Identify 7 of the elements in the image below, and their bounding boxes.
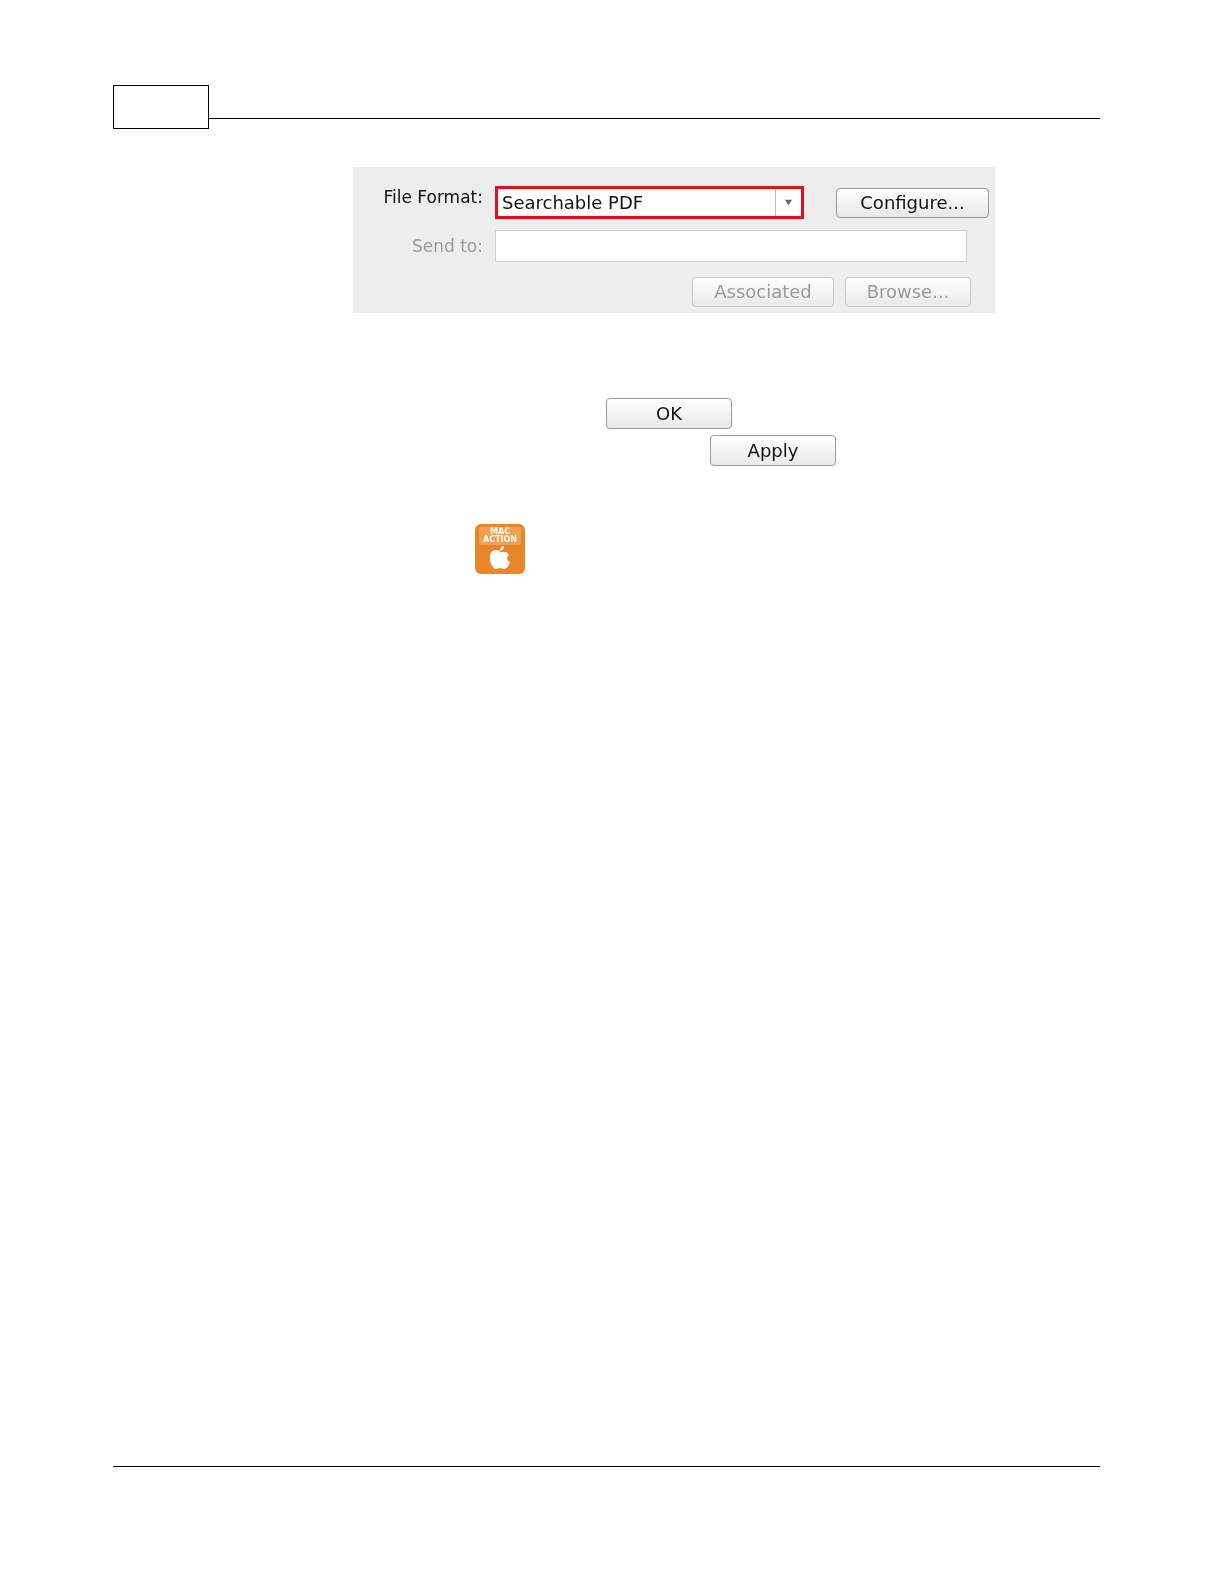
format-dropdown[interactable]: Searchable PDF [495, 186, 804, 220]
field-label: File Format: [383, 186, 483, 209]
configure-button[interactable]: Configure... [836, 187, 989, 218]
apply-button[interactable]: Apply [710, 435, 836, 466]
apple-badge-icon: MAC ACTION [475, 524, 525, 574]
ok-button[interactable]: OK [606, 398, 732, 429]
field-label: Send to: [412, 235, 483, 259]
